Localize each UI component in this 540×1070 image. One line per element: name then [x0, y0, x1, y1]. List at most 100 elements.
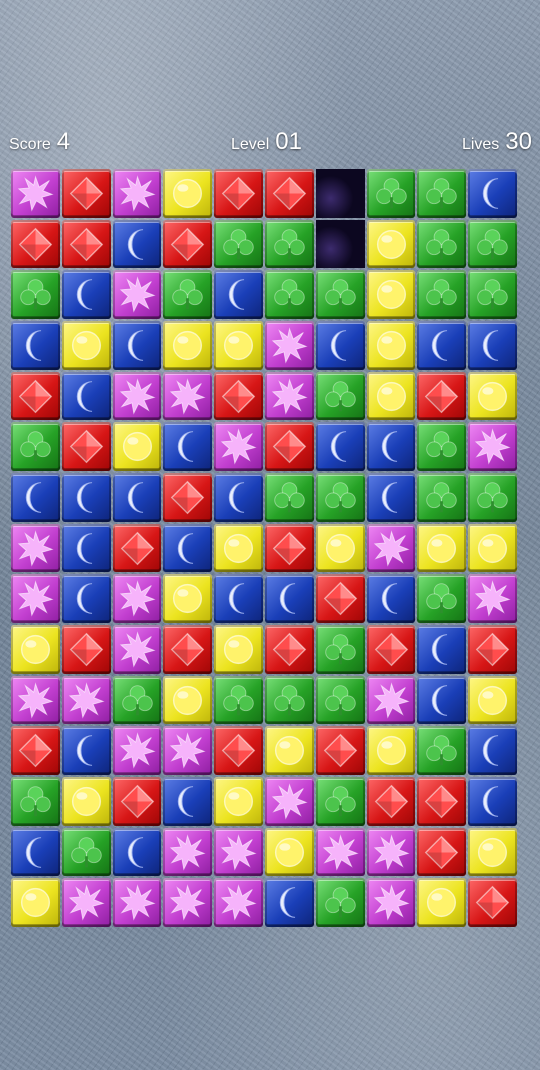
tile-red[interactable]: [264, 422, 314, 471]
tile-green[interactable]: [112, 675, 162, 725]
tile-yellow[interactable]: [163, 320, 213, 370]
tile-yellow[interactable]: [264, 726, 314, 775]
tile-green[interactable]: [264, 219, 314, 269]
tile-blue[interactable]: [417, 624, 467, 674]
tile-blue[interactable]: [112, 320, 162, 370]
tile-red[interactable]: [264, 169, 314, 218]
tile-purple[interactable]: [112, 371, 162, 421]
tile-green[interactable]: [417, 219, 467, 269]
tile-blue[interactable]: [417, 320, 467, 370]
tile-yellow[interactable]: [366, 219, 416, 269]
tile-green[interactable]: [315, 675, 365, 725]
tile-yellow[interactable]: [366, 320, 416, 370]
tile-purple[interactable]: [11, 523, 60, 573]
tile-yellow[interactable]: [468, 675, 517, 725]
tile-purple[interactable]: [468, 574, 517, 623]
tile-red[interactable]: [61, 169, 111, 218]
tile-red[interactable]: [264, 523, 314, 573]
tile-purple[interactable]: [366, 827, 416, 877]
tile-blue[interactable]: [61, 472, 111, 522]
tile-blue[interactable]: [315, 422, 365, 471]
tile-yellow[interactable]: [417, 878, 467, 927]
tile-red[interactable]: [112, 523, 162, 573]
tile-purple[interactable]: [264, 320, 314, 370]
tile-red[interactable]: [163, 472, 213, 522]
tile-blue[interactable]: [264, 574, 314, 623]
tile-red[interactable]: [468, 624, 517, 674]
tile-green[interactable]: [11, 422, 60, 471]
tile-green[interactable]: [315, 472, 365, 522]
tile-purple[interactable]: [366, 675, 416, 725]
tile-purple[interactable]: [366, 523, 416, 573]
tile-green[interactable]: [264, 675, 314, 725]
tile-blue[interactable]: [468, 169, 517, 218]
tile-purple[interactable]: [214, 422, 263, 471]
tile-purple[interactable]: [61, 878, 111, 927]
tile-red[interactable]: [163, 219, 213, 269]
tile-purple[interactable]: [11, 574, 60, 623]
tile-yellow[interactable]: [61, 320, 111, 370]
tile-green[interactable]: [417, 422, 467, 471]
tile-green[interactable]: [417, 472, 467, 522]
tile-green[interactable]: [417, 726, 467, 775]
tile-purple[interactable]: [112, 878, 162, 927]
tile-purple[interactable]: [61, 675, 111, 725]
tile-blue[interactable]: [468, 320, 517, 370]
tile-red[interactable]: [11, 371, 60, 421]
tile-blue[interactable]: [214, 270, 263, 319]
tile-yellow[interactable]: [264, 827, 314, 877]
tile-red[interactable]: [112, 776, 162, 826]
tile-green[interactable]: [11, 776, 60, 826]
tile-red[interactable]: [61, 624, 111, 674]
tile-purple[interactable]: [112, 624, 162, 674]
tile-purple[interactable]: [112, 574, 162, 623]
tile-purple[interactable]: [468, 422, 517, 471]
tile-blue[interactable]: [264, 878, 314, 927]
tile-green[interactable]: [315, 624, 365, 674]
tile-red[interactable]: [468, 878, 517, 927]
tile-green[interactable]: [315, 371, 365, 421]
tile-blue[interactable]: [468, 776, 517, 826]
tile-purple[interactable]: [163, 827, 213, 877]
tile-yellow[interactable]: [11, 624, 60, 674]
tile-yellow[interactable]: [112, 422, 162, 471]
tile-green[interactable]: [417, 169, 467, 218]
tile-red[interactable]: [366, 624, 416, 674]
tile-blue[interactable]: [214, 472, 263, 522]
tile-red[interactable]: [366, 776, 416, 826]
tile-purple[interactable]: [214, 878, 263, 927]
tile-green[interactable]: [366, 169, 416, 218]
tile-red[interactable]: [214, 169, 263, 218]
tile-green[interactable]: [315, 776, 365, 826]
tile-blue[interactable]: [366, 574, 416, 623]
tile-red[interactable]: [11, 726, 60, 775]
tile-blue[interactable]: [112, 472, 162, 522]
tile-yellow[interactable]: [163, 169, 213, 218]
tile-purple[interactable]: [11, 169, 60, 218]
tile-yellow[interactable]: [163, 675, 213, 725]
tile-green[interactable]: [214, 219, 263, 269]
tile-purple[interactable]: [214, 827, 263, 877]
tile-yellow[interactable]: [61, 776, 111, 826]
tile-green[interactable]: [163, 270, 213, 319]
tile-blue[interactable]: [61, 726, 111, 775]
tile-blue[interactable]: [315, 320, 365, 370]
tile-blue[interactable]: [366, 422, 416, 471]
tile-blue[interactable]: [163, 776, 213, 826]
tile-blue[interactable]: [163, 523, 213, 573]
tile-red[interactable]: [315, 574, 365, 623]
tile-purple[interactable]: [112, 270, 162, 319]
tile-yellow[interactable]: [315, 523, 365, 573]
tile-red[interactable]: [214, 371, 263, 421]
tile-red[interactable]: [417, 776, 467, 826]
tile-yellow[interactable]: [214, 624, 263, 674]
tile-blue[interactable]: [163, 422, 213, 471]
tile-green[interactable]: [417, 574, 467, 623]
tile-blue[interactable]: [11, 827, 60, 877]
tile-red[interactable]: [61, 422, 111, 471]
tile-red[interactable]: [417, 371, 467, 421]
tile-green[interactable]: [264, 270, 314, 319]
tile-yellow[interactable]: [11, 878, 60, 927]
tile-blue[interactable]: [366, 472, 416, 522]
tile-yellow[interactable]: [214, 776, 263, 826]
